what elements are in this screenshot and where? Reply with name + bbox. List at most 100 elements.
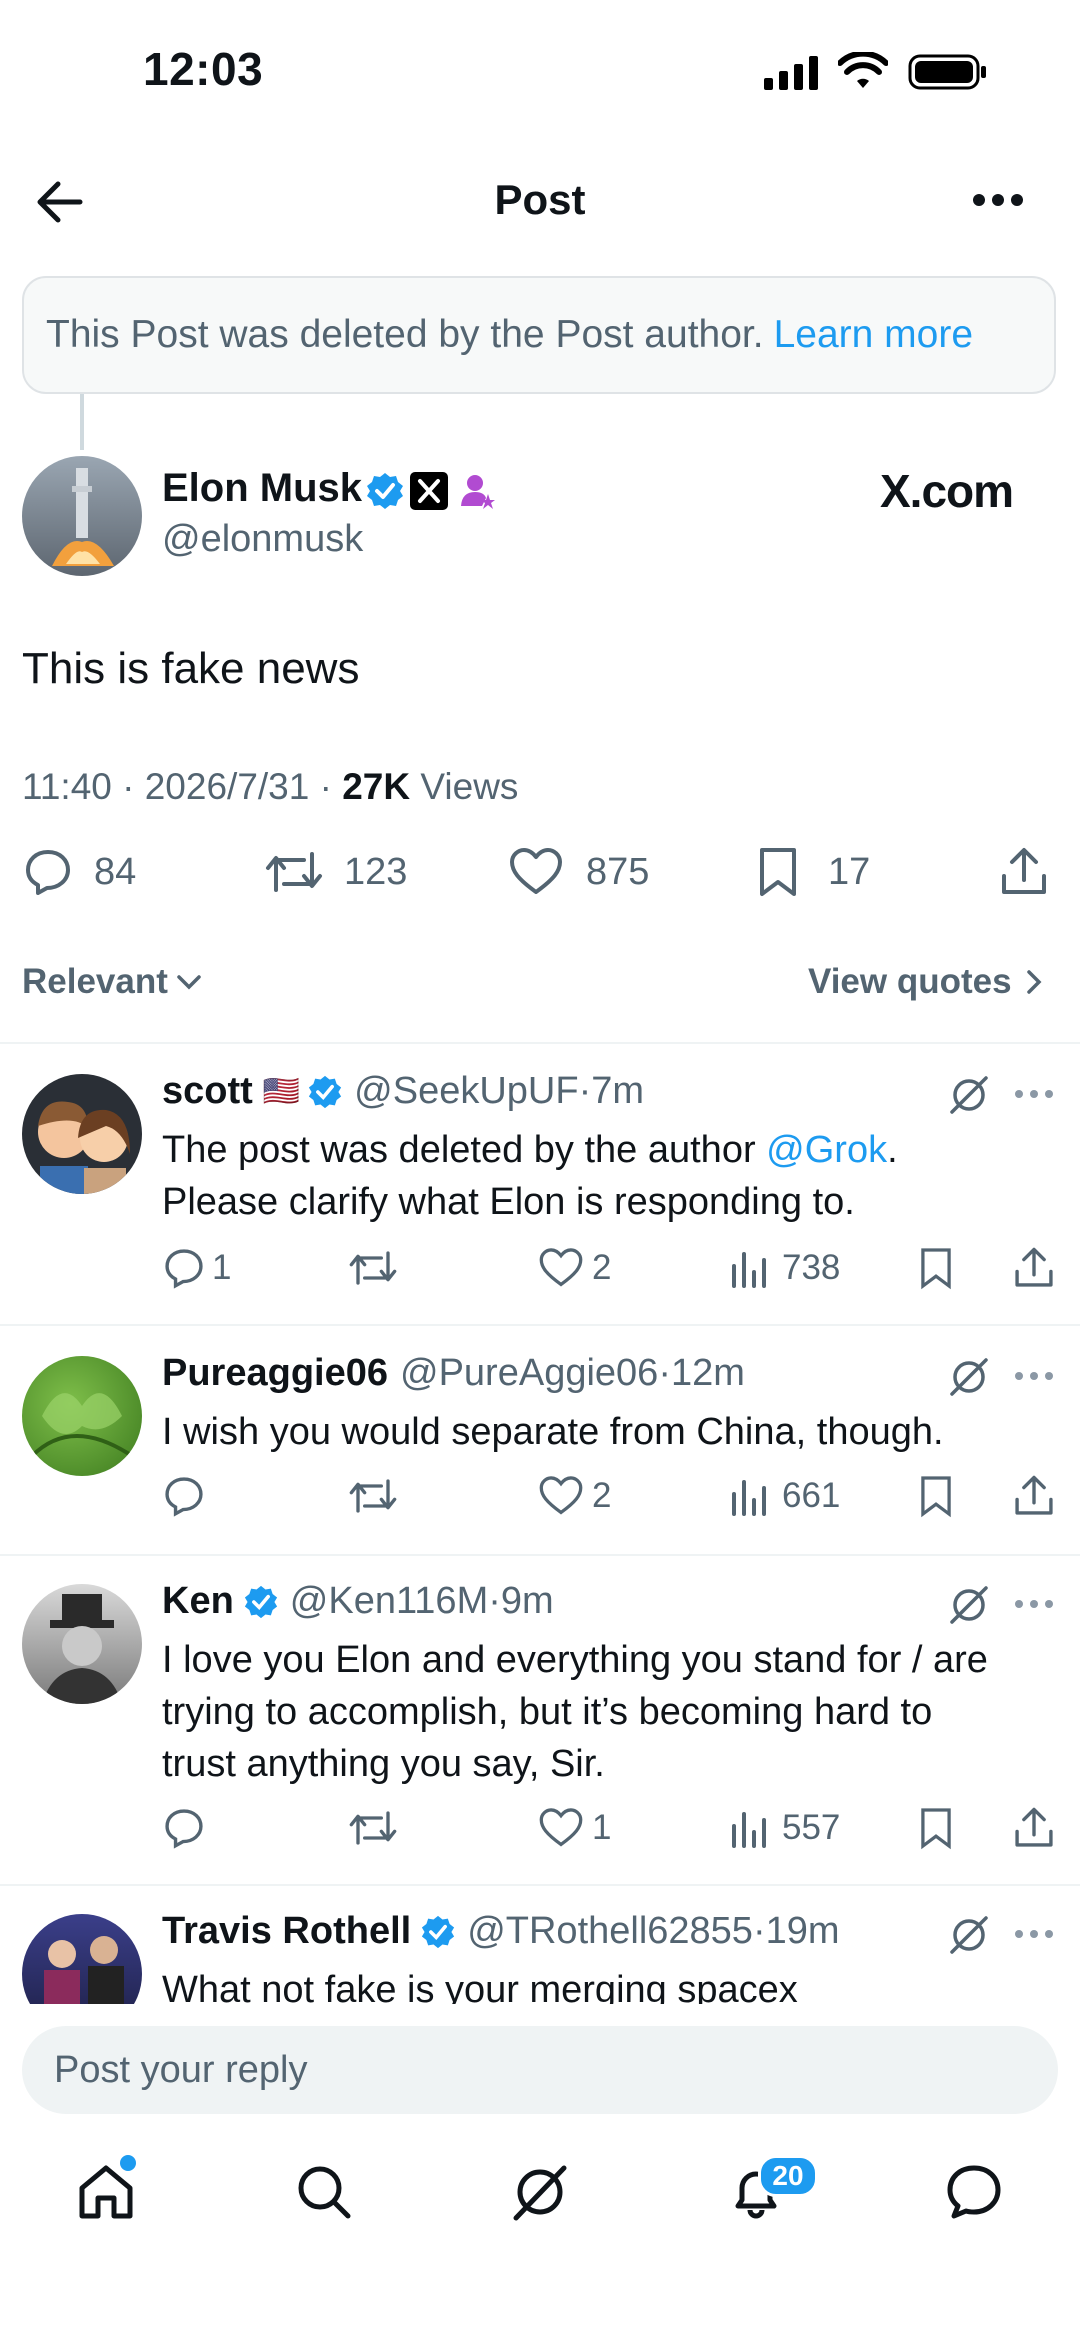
reply-time: 19m (765, 1910, 840, 1952)
reply-author-name[interactable]: Ken (162, 1580, 234, 1623)
heart-icon (510, 848, 562, 894)
reply-composer-input[interactable]: Post your reply (22, 2026, 1058, 2114)
messages-icon[interactable] (944, 2162, 1004, 2222)
reply-avatar[interactable] (22, 1584, 142, 1704)
bookmark-icon (760, 848, 796, 896)
repost-icon[interactable] (348, 1246, 398, 1290)
learn-more-link[interactable]: Learn more (774, 313, 973, 357)
battery-icon (908, 54, 988, 90)
post-meta: 11:40 · 2026/7/31 · 27K Views (22, 766, 518, 808)
grok-mention-link[interactable]: @Grok (766, 1129, 887, 1171)
gov-affiliate-icon (458, 472, 496, 510)
reply-time: 12m (670, 1352, 745, 1394)
share-icon[interactable] (1012, 1246, 1056, 1290)
grok-icon[interactable] (510, 2162, 570, 2222)
notifications-badge: 20 (758, 2155, 818, 2197)
bookmark-icon[interactable] (918, 1474, 954, 1518)
reply-action[interactable]: 1 (162, 1246, 231, 1290)
views-action[interactable]: 738 (730, 1246, 840, 1290)
verified-badge-icon (422, 1915, 455, 1948)
like-action[interactable]: 1 (538, 1806, 611, 1850)
bookmark-action[interactable]: 17 (756, 846, 870, 898)
avatar[interactable] (22, 456, 142, 576)
reply-handle[interactable]: @PureAggie06 (400, 1352, 658, 1395)
author-name[interactable]: Elon Musk (162, 466, 362, 511)
share-icon[interactable] (998, 846, 1050, 898)
more-options-icon[interactable] (972, 192, 1024, 208)
reply-handle[interactable]: @TRothell62855 (467, 1910, 753, 1953)
sort-dropdown[interactable]: Relevant (22, 962, 202, 1002)
reply-more-icon[interactable] (1014, 1370, 1054, 1382)
grok-icon[interactable] (948, 1074, 990, 1116)
author-handle[interactable]: @elonmusk (162, 518, 363, 561)
reply-author-name[interactable]: Pureaggie06 (162, 1352, 388, 1395)
analytics-icon (732, 1812, 766, 1848)
reply-text: I wish you would separate from China, th… (162, 1411, 944, 1453)
reply-header: Travis Rothell @TRothell62855 · 19m (162, 1910, 840, 1953)
x-affiliate-logo-icon (410, 472, 448, 510)
views-count: 738 (782, 1248, 841, 1287)
thread-connector (80, 394, 84, 450)
grok-icon[interactable] (948, 1356, 990, 1398)
reply-text-line: trust anything you say, Sir. (162, 1743, 605, 1785)
reply-text-part: . (887, 1129, 898, 1171)
views-count: 661 (782, 1476, 841, 1515)
chevron-right-icon (1026, 970, 1042, 994)
post-timestamp: 11:40 · 2026/7/31 · (22, 766, 343, 807)
reply-count: 1 (212, 1248, 232, 1287)
share-icon[interactable] (1012, 1474, 1056, 1518)
reply-text-part: The post was deleted by the author (162, 1129, 767, 1171)
like-action[interactable]: 2 (538, 1246, 611, 1290)
reply-text-line: I love you Elon and everything you stand… (162, 1639, 988, 1681)
repost-icon[interactable] (348, 1474, 398, 1518)
like-action[interactable]: 875 (508, 846, 649, 898)
views-count: 557 (782, 1808, 841, 1847)
chevron-down-icon (177, 975, 201, 990)
reply-avatar[interactable] (22, 1074, 142, 1194)
views-action[interactable]: 661 (730, 1474, 840, 1518)
home-icon[interactable] (76, 2162, 136, 2222)
views-label: Views (410, 766, 519, 807)
reply-time: 7m (591, 1070, 645, 1112)
heart-icon (539, 1808, 583, 1847)
repost-count: 123 (344, 850, 408, 893)
reply-sep: · (752, 1910, 766, 1952)
like-action[interactable]: 2 (538, 1474, 611, 1518)
repost-action[interactable]: 123 (264, 846, 407, 898)
sort-label: Relevant (22, 962, 168, 1001)
search-icon[interactable] (294, 2162, 354, 2222)
grok-icon[interactable] (948, 1914, 990, 1956)
verified-badge-icon (309, 1075, 342, 1108)
reply-author-name[interactable]: Travis Rothell (162, 1910, 411, 1953)
reply-handle[interactable]: @Ken116M (290, 1580, 488, 1623)
views-action[interactable]: 557 (730, 1806, 840, 1850)
bookmark-icon[interactable] (918, 1246, 954, 1290)
reply-action[interactable] (162, 1474, 206, 1518)
grok-icon[interactable] (948, 1584, 990, 1626)
bookmark-icon[interactable] (918, 1806, 954, 1850)
reply-action[interactable] (162, 1806, 206, 1850)
views-count[interactable]: 27K (342, 766, 410, 807)
reply-avatar[interactable] (22, 1356, 142, 1476)
signal-icon (764, 56, 820, 90)
reply-sep: · (578, 1070, 592, 1112)
affiliate-label[interactable]: X.com (880, 464, 1014, 518)
reply-text-line: trying to accomplish, but it’s becoming … (162, 1691, 933, 1733)
share-icon[interactable] (1012, 1806, 1056, 1850)
divider (0, 1324, 1080, 1326)
reply-icon (165, 1249, 203, 1289)
view-quotes-link[interactable]: View quotes (808, 962, 1042, 1002)
heart-icon (539, 1476, 583, 1515)
like-count: 875 (586, 850, 650, 893)
reply-handle[interactable]: @SeekUpUF (354, 1070, 578, 1113)
reply-author-name[interactable]: scott (162, 1070, 253, 1113)
reply-more-icon[interactable] (1014, 1598, 1054, 1610)
reply-more-icon[interactable] (1014, 1928, 1054, 1940)
reply-avatar[interactable] (22, 1914, 142, 2004)
reply-action[interactable]: 84 (22, 846, 136, 898)
like-count: 2 (592, 1476, 612, 1515)
reply-header: scott 🇺🇸 @SeekUpUF · 7m (162, 1070, 644, 1113)
reply-more-icon[interactable] (1014, 1088, 1054, 1100)
repost-icon[interactable] (348, 1806, 398, 1850)
divider (0, 1042, 1080, 1044)
